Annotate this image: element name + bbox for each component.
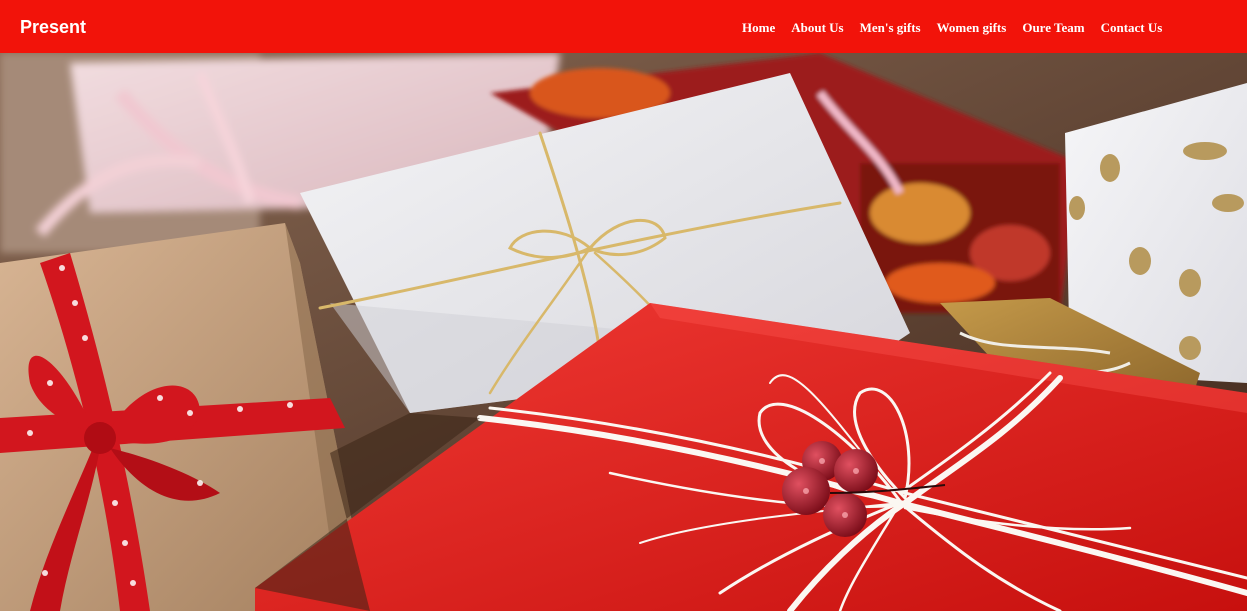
nav-link-contact-us[interactable]: Contact Us [1101, 20, 1163, 35]
nav-item-contact: Contact Us [1101, 19, 1163, 37]
brand-logo[interactable]: Present [20, 16, 86, 38]
nav-link-oure-team[interactable]: Oure Team [1022, 20, 1084, 35]
nav-link-about-us[interactable]: About Us [791, 20, 843, 35]
nav-item-home: Home [742, 19, 775, 37]
nav-link-home[interactable]: Home [742, 20, 775, 35]
nav-item-mens-gifts: Men's gifts [860, 19, 921, 37]
nav-item-team: Oure Team [1022, 19, 1084, 37]
nav-menu: Home About Us Men's gifts Women gifts Ou… [742, 19, 1178, 37]
nav-item-about: About Us [791, 19, 843, 37]
top-navbar: Present Home About Us Men's gifts Women … [0, 0, 1247, 53]
nav-item-women-gifts: Women gifts [937, 19, 1007, 37]
nav-link-mens-gifts[interactable]: Men's gifts [860, 20, 921, 35]
hero-gift-boxes-image [0, 53, 1247, 611]
hero-banner [0, 53, 1247, 611]
nav-link-women-gifts[interactable]: Women gifts [937, 20, 1007, 35]
